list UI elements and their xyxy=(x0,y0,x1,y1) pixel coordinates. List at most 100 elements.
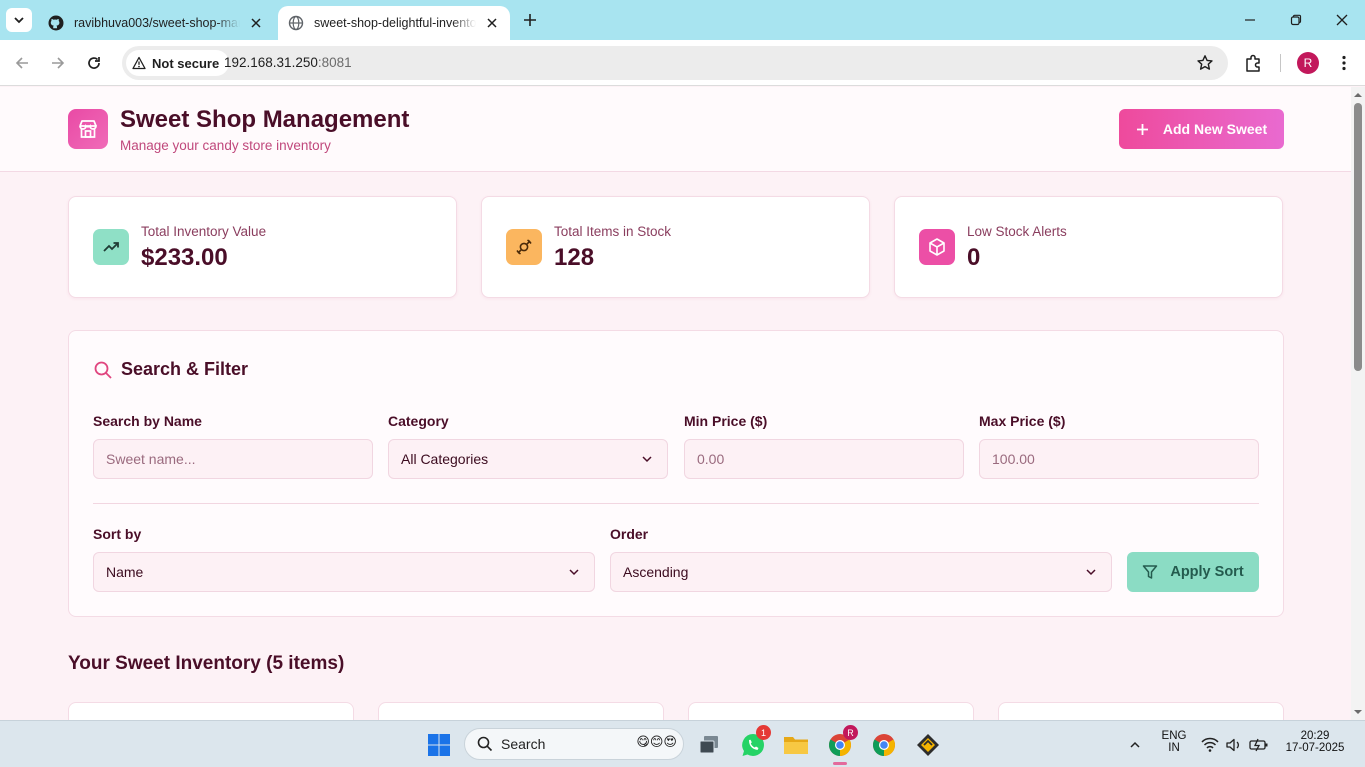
order-select[interactable]: Ascending xyxy=(610,552,1112,592)
close-window-button[interactable] xyxy=(1319,0,1365,40)
restore-icon xyxy=(1290,14,1302,26)
category-label: Category xyxy=(388,413,449,429)
trending-up-icon xyxy=(93,229,129,265)
scroll-down-arrow-icon[interactable] xyxy=(1353,707,1363,717)
stat-card-low-stock: Low Stock Alerts 0 xyxy=(894,196,1283,298)
clock[interactable]: 20:29 17-07-2025 xyxy=(1280,730,1350,754)
search-placeholder: Sweet name... xyxy=(106,451,196,467)
search-input[interactable]: Sweet name... xyxy=(93,439,373,479)
scroll-up-arrow-icon[interactable] xyxy=(1353,90,1363,100)
volume-icon xyxy=(1226,738,1239,752)
reload-icon xyxy=(88,57,100,69)
forward-button[interactable] xyxy=(46,51,70,75)
url-text[interactable]: 192.168.31.250:8081 xyxy=(224,55,352,70)
browser-tab-active[interactable]: sweet-shop-delightful-inventory xyxy=(278,6,510,40)
minimize-icon xyxy=(1245,19,1255,21)
add-new-sweet-button[interactable]: Add New Sweet xyxy=(1119,109,1284,149)
search-icon xyxy=(93,360,113,385)
file-explorer-app[interactable] xyxy=(780,729,812,761)
min-price-label: Min Price ($) xyxy=(684,413,768,429)
clock-time: 20:29 xyxy=(1300,730,1330,742)
notification-badge: 1 xyxy=(756,725,771,740)
close-icon xyxy=(1336,14,1348,26)
apply-sort-label: Apply Sort xyxy=(1170,564,1244,580)
start-button[interactable] xyxy=(423,729,455,761)
more-vertical-icon xyxy=(1342,55,1346,71)
stat-label: Total Items in Stock xyxy=(554,224,672,239)
bookmark-button[interactable] xyxy=(1196,54,1214,77)
wifi-icon xyxy=(1201,737,1219,752)
arrow-left-icon xyxy=(15,57,28,69)
security-label: Not secure xyxy=(152,55,220,71)
sweet-card[interactable] xyxy=(68,702,354,720)
category-select[interactable]: All Categories xyxy=(388,439,668,479)
chrome-app[interactable] xyxy=(868,729,900,761)
category-value: All Categories xyxy=(401,451,489,467)
new-tab-button[interactable] xyxy=(519,9,541,31)
stat-card-items-in-stock: Total Items in Stock 128 xyxy=(481,196,870,298)
profile-badge: R xyxy=(843,725,858,740)
tab-title: ravibhuva003/sweet-shop-management xyxy=(74,16,240,30)
close-tab-icon[interactable] xyxy=(484,15,500,31)
whatsapp-app[interactable]: 1 xyxy=(737,725,771,761)
chevron-down-icon xyxy=(569,569,579,576)
back-button[interactable] xyxy=(10,51,34,75)
candy-icon xyxy=(506,229,542,265)
puzzle-icon xyxy=(1246,54,1260,72)
arrow-right-icon xyxy=(52,57,65,69)
windows-taskbar: Search 😋😊😍 1 R ENG IN 20:29 17-07-2025 xyxy=(0,720,1365,767)
tab-search-button[interactable] xyxy=(6,8,32,32)
minimize-button[interactable] xyxy=(1227,0,1273,40)
restore-button[interactable] xyxy=(1273,0,1319,40)
task-view-button[interactable] xyxy=(693,729,725,761)
sort-by-select[interactable]: Name xyxy=(93,552,595,592)
max-price-input[interactable]: 100.00 xyxy=(979,439,1259,479)
apply-sort-button[interactable]: Apply Sort xyxy=(1127,552,1259,592)
stat-value: 128 xyxy=(554,244,595,271)
browser-tab-github[interactable]: ravibhuva003/sweet-shop-management xyxy=(38,6,274,40)
app-header: Sweet Shop Management Manage your candy … xyxy=(0,87,1351,172)
globe-icon xyxy=(288,15,304,31)
diamond-app-icon xyxy=(917,734,939,756)
dev-tool-app[interactable] xyxy=(912,729,944,761)
sort-label: Sort by xyxy=(93,526,142,542)
store-logo-icon xyxy=(68,109,108,149)
input-language[interactable]: ENG IN xyxy=(1158,730,1190,754)
github-icon xyxy=(48,15,64,31)
stat-label: Low Stock Alerts xyxy=(967,224,1067,239)
panel-title: Search & Filter xyxy=(121,359,249,379)
toolbar-divider xyxy=(1280,54,1281,72)
clock-date: 17-07-2025 xyxy=(1285,742,1345,754)
chrome-profile-app[interactable]: R xyxy=(824,725,858,765)
close-tab-icon[interactable] xyxy=(248,15,264,31)
browser-toolbar: Not secure 192.168.31.250:8081 R xyxy=(0,40,1365,86)
show-hidden-icons-button[interactable] xyxy=(1120,729,1150,761)
min-price-input[interactable]: 0.00 xyxy=(684,439,964,479)
page-scrollbar[interactable] xyxy=(1351,87,1365,720)
system-status-button[interactable] xyxy=(1198,729,1272,761)
search-icon xyxy=(477,736,493,752)
chevron-up-icon xyxy=(1130,741,1140,748)
stat-label: Total Inventory Value xyxy=(141,224,267,239)
profile-avatar[interactable]: R xyxy=(1297,52,1319,74)
sweet-card[interactable] xyxy=(998,702,1284,720)
extensions-button[interactable] xyxy=(1242,51,1266,75)
stat-card-inventory-value: Total Inventory Value $233.00 xyxy=(68,196,457,298)
max-price-label: Max Price ($) xyxy=(979,413,1066,429)
search-filter-panel: Search & Filter Search by Name Sweet nam… xyxy=(68,330,1284,617)
chevron-down-icon xyxy=(642,456,652,463)
browser-menu-button[interactable] xyxy=(1332,51,1356,75)
panel-divider xyxy=(93,503,1259,504)
active-app-indicator xyxy=(833,762,847,765)
security-indicator[interactable]: Not secure xyxy=(126,50,230,76)
warning-triangle-icon xyxy=(132,56,146,70)
reload-button[interactable] xyxy=(82,51,106,75)
scroll-thumb[interactable] xyxy=(1354,103,1362,371)
page-subtitle: Manage your candy store inventory xyxy=(120,138,331,153)
taskbar-search[interactable]: Search 😋😊😍 xyxy=(464,728,684,760)
chrome-icon xyxy=(873,734,895,756)
address-bar[interactable]: Not secure 192.168.31.250:8081 xyxy=(122,46,1228,80)
sweet-card[interactable] xyxy=(688,702,974,720)
sweet-card[interactable] xyxy=(378,702,664,720)
windows-logo-icon xyxy=(428,734,450,756)
